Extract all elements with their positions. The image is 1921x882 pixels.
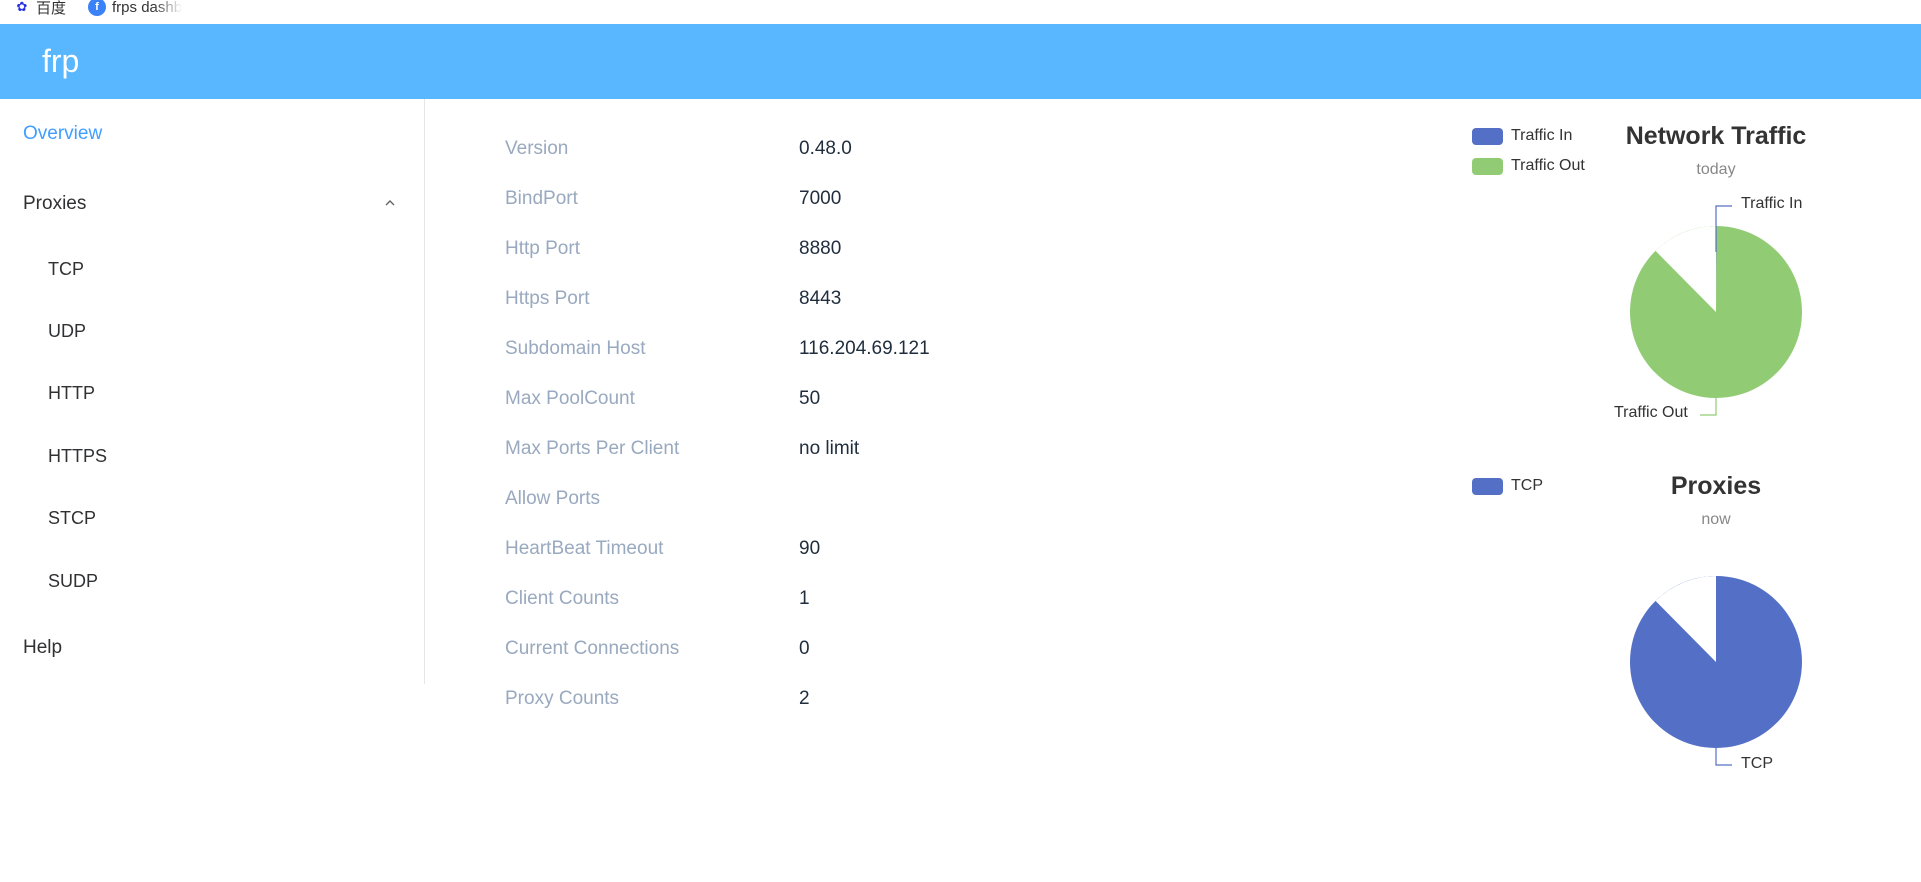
- info-label: BindPort: [505, 188, 578, 209]
- info-value: no limit: [799, 438, 860, 459]
- bookmark-frps-dashboard[interactable]: f frps dashb: [88, 0, 182, 16]
- info-value: 90: [799, 538, 821, 559]
- sidebar-item-https[interactable]: HTTPS: [48, 446, 107, 467]
- info-row-subdomain-host: Subdomain Host 116.204.69.121: [505, 338, 930, 360]
- info-label: Allow Ports: [505, 488, 601, 509]
- sidebar-item-sudp[interactable]: SUDP: [48, 571, 98, 592]
- baidu-paw-icon: ✿: [16, 0, 28, 14]
- sidebar-item-http[interactable]: HTTP: [48, 383, 95, 404]
- label-leader-line: [1715, 748, 1732, 766]
- info-value: 1: [799, 588, 810, 609]
- info-label: Version: [505, 138, 569, 159]
- bookmark-label: frps dashb: [112, 0, 183, 16]
- bookmark-label: 百度: [36, 0, 67, 17]
- info-value: 0: [799, 638, 810, 659]
- info-row-max-ports-per-client: Max Ports Per Client no limit: [505, 438, 859, 460]
- info-row-bindport: BindPort 7000: [505, 188, 841, 210]
- info-value: 8443: [799, 288, 842, 309]
- info-row-max-poolcount: Max PoolCount 50: [505, 388, 820, 410]
- bookmark-baidu[interactable]: ✿ 百度: [14, 0, 66, 18]
- brand-logo[interactable]: frp: [42, 43, 79, 80]
- info-value: 0.48.0: [799, 138, 852, 159]
- sidebar-item-udp[interactable]: UDP: [48, 321, 86, 342]
- info-label: Client Counts: [505, 588, 620, 609]
- sidebar-item-proxies[interactable]: Proxies: [23, 193, 86, 215]
- slice-label-traffic-in: Traffic In: [1741, 195, 1803, 212]
- sidebar-item-stcp[interactable]: STCP: [48, 508, 96, 529]
- info-row-allow-ports: Allow Ports: [505, 488, 799, 510]
- info-value: 2: [799, 688, 810, 709]
- sidebar-item-tcp[interactable]: TCP: [48, 259, 84, 280]
- frp-favicon-icon: f: [88, 0, 107, 16]
- info-row-version: Version 0.48.0: [505, 138, 852, 160]
- sidebar: Overview Proxies TCP UDP HTTP HTTPS STCP…: [0, 99, 425, 684]
- sidebar-item-help[interactable]: Help: [23, 637, 62, 659]
- info-value: 7000: [799, 188, 842, 209]
- label-leader-line: [1700, 398, 1717, 416]
- info-label: Subdomain Host: [505, 338, 646, 359]
- info-row-proxy-counts: Proxy Counts 2: [505, 688, 810, 710]
- proxies-pie: [1629, 576, 1802, 766]
- info-label: HeartBeat Timeout: [505, 538, 664, 559]
- info-row-client-counts: Client Counts 1: [505, 588, 810, 610]
- info-label: Http Port: [505, 238, 580, 259]
- info-label: Max Ports Per Client: [505, 438, 680, 459]
- info-row-https-port: Https Port 8443: [505, 288, 841, 310]
- bookmarks-bar: ✿ 百度 f frps dashb: [0, 0, 1921, 24]
- info-label: Proxy Counts: [505, 688, 620, 709]
- info-value: 50: [799, 388, 821, 409]
- network-traffic-chart: Traffic In Traffic Out Network Traffic t…: [1460, 110, 1920, 440]
- info-label: Max PoolCount: [505, 388, 635, 409]
- slice-label-traffic-out: Traffic Out: [1614, 404, 1688, 421]
- sidebar-item-overview[interactable]: Overview: [23, 123, 102, 145]
- info-row-current-connections: Current Connections 0: [505, 638, 810, 660]
- info-label: Https Port: [505, 288, 590, 309]
- chevron-up-icon[interactable]: [383, 196, 397, 210]
- proxies-chart: TCP Proxies now TCP: [1460, 460, 1920, 790]
- traffic-pie: [1629, 205, 1802, 416]
- top-header: frp: [0, 24, 1921, 99]
- info-value: 116.204.69.121: [799, 338, 930, 359]
- info-value: 8880: [799, 238, 842, 259]
- info-label: Current Connections: [505, 638, 680, 659]
- info-row-http-port: Http Port 8880: [505, 238, 841, 260]
- info-row-heartbeat-timeout: HeartBeat Timeout 90: [505, 538, 820, 560]
- slice-label-tcp: TCP: [1741, 755, 1773, 772]
